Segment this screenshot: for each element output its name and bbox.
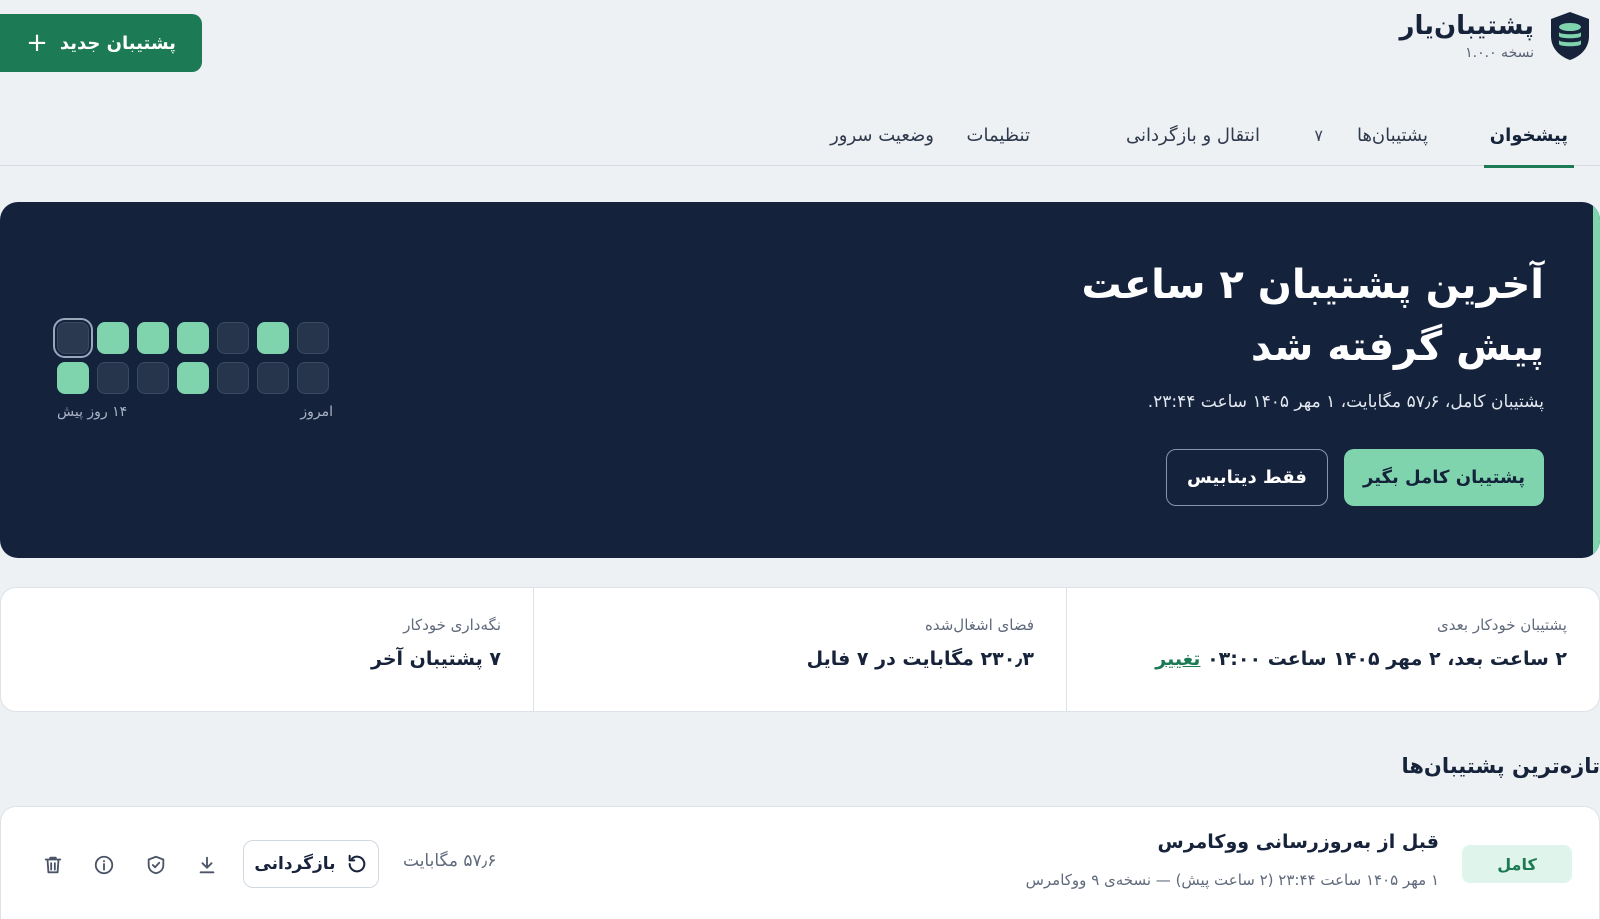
calendar-day-cell bbox=[177, 362, 209, 394]
calendar-day-cell bbox=[257, 362, 289, 394]
change-schedule-link[interactable]: تغییر bbox=[1155, 648, 1200, 670]
tab-dashboard[interactable]: پیشخوان bbox=[1483, 104, 1575, 168]
tab-settings[interactable]: تنظیمات bbox=[961, 104, 1036, 166]
app-version: نسخه ۱.۰.۰ bbox=[1465, 44, 1534, 61]
main-tabs: پیشخوان پشتیبان‌ها ۷ انتقال و بازگردانی … bbox=[0, 104, 1600, 168]
calendar-day-cell bbox=[217, 362, 249, 394]
restore-icon bbox=[348, 854, 365, 873]
new-backup-label: پشتیبان جدید bbox=[59, 32, 176, 54]
stat-retention: نگه‌داری خودکار ۷ پشتیبان آخر bbox=[1, 588, 533, 711]
tab-count: ۷ bbox=[1314, 125, 1323, 145]
calendar-day-cell bbox=[137, 362, 169, 394]
backup-history-calendar: امروز ۱۴ روز پیش bbox=[53, 318, 333, 420]
backup-meta: ۱ مهر ۱۴۰۵ ساعت ۲۳:۴۴ (۲ ساعت پیش) — نسخ… bbox=[1025, 871, 1439, 889]
stat-label: نگه‌داری خودکار bbox=[403, 616, 501, 634]
stat-value: ۲۳۰٫۳ مگابایت در ۷ فایل bbox=[806, 648, 1034, 670]
tab-label: پشتیبان‌ها bbox=[1356, 124, 1428, 146]
shield-check-icon[interactable] bbox=[143, 852, 169, 878]
restore-label: بازگردانی bbox=[254, 854, 336, 874]
stat-value: ۲ ساعت بعد، ۲ مهر ۱۴۰۵ ساعت ۰۳:۰۰ تغییر bbox=[1099, 648, 1567, 670]
new-backup-button[interactable]: پشتیبان جدید + bbox=[0, 14, 202, 72]
stat-next-backup: پشتیبان خودکار بعدی ۲ ساعت بعد، ۲ مهر ۱۴… bbox=[1066, 588, 1599, 711]
backup-type-badge: کامل bbox=[1462, 845, 1572, 883]
calendar-day-cell bbox=[97, 362, 129, 394]
hero-subtitle: پشتیبان کامل، ۵۷٫۶ مگابایت، ۱ مهر ۱۴۰۵ س… bbox=[1147, 392, 1544, 412]
download-icon[interactable] bbox=[194, 852, 220, 878]
hero-panel: آخرین پشتیبان ۲ ساعت پیش گرفته شد پشتیبا… bbox=[0, 202, 1600, 558]
calendar-labels: امروز ۱۴ روز پیش bbox=[57, 404, 333, 420]
stat-storage-used: فضای اشغال‌شده ۲۳۰٫۳ مگابایت در ۷ فایل bbox=[533, 588, 1066, 711]
tab-label: پیشخوان bbox=[1489, 124, 1568, 146]
tab-server-status[interactable]: وضعیت سرور bbox=[824, 104, 940, 166]
stat-label: پشتیبان خودکار بعدی bbox=[1437, 616, 1567, 634]
backup-size: ۵۷٫۶ مگابایت bbox=[403, 851, 497, 871]
calendar-day-cell bbox=[217, 322, 249, 354]
database-only-button[interactable]: فقط دیتابیس bbox=[1166, 449, 1328, 506]
restore-button[interactable]: بازگردانی bbox=[243, 840, 379, 888]
calendar-day-cell bbox=[297, 362, 329, 394]
next-backup-value: ۲ ساعت بعد، ۲ مهر ۱۴۰۵ ساعت ۰۳:۰۰ bbox=[1207, 648, 1567, 670]
hero-accent-bar bbox=[1593, 202, 1600, 558]
app-header: پشتیبان‌یار نسخه ۱.۰.۰ پشتیبان جدید + bbox=[0, 0, 1600, 90]
tab-backups[interactable]: پشتیبان‌ها ۷ bbox=[1308, 104, 1434, 166]
stat-label: فضای اشغال‌شده bbox=[925, 616, 1034, 634]
brand: پشتیبان‌یار نسخه ۱.۰.۰ bbox=[1399, 10, 1592, 62]
app-title: پشتیبان‌یار bbox=[1399, 11, 1534, 42]
stats-card: پشتیبان خودکار بعدی ۲ ساعت بعد، ۲ مهر ۱۴… bbox=[0, 587, 1600, 712]
tab-label: انتقال و بازگردانی bbox=[1126, 124, 1260, 146]
tab-label: وضعیت سرور bbox=[830, 124, 934, 146]
tab-label: تنظیمات bbox=[966, 124, 1030, 146]
calendar-row bbox=[57, 362, 333, 394]
hero-title: آخرین پشتیبان ۲ ساعت پیش گرفته شد bbox=[1081, 262, 1544, 370]
calendar-day-cell bbox=[57, 362, 89, 394]
calendar-day-cell bbox=[257, 322, 289, 354]
calendar-day-cell bbox=[53, 318, 93, 358]
trash-icon[interactable] bbox=[40, 852, 66, 878]
stat-value: ۷ پشتیبان آخر bbox=[371, 648, 501, 670]
list-item: کامل قبل از به‌روزرسانی ووکامرس ۱ مهر ۱۴… bbox=[0, 806, 1600, 919]
database-shield-icon bbox=[1551, 12, 1589, 60]
calendar-label-oldest: ۱۴ روز پیش bbox=[57, 404, 128, 420]
hero-actions: پشتیبان کامل بگیر فقط دیتابیس bbox=[1166, 449, 1544, 506]
calendar-day-cell bbox=[177, 322, 209, 354]
calendar-row bbox=[53, 318, 333, 358]
backup-name: قبل از به‌روزرسانی ووکامرس bbox=[1157, 831, 1439, 853]
calendar-day-cell bbox=[137, 322, 169, 354]
plus-icon: + bbox=[26, 28, 48, 58]
recent-backups-title: تازه‌ترین پشتیبان‌ها bbox=[1401, 754, 1600, 778]
info-icon[interactable] bbox=[91, 852, 117, 878]
calendar-day-cell bbox=[97, 322, 129, 354]
full-backup-button[interactable]: پشتیبان کامل بگیر bbox=[1344, 449, 1544, 506]
tab-migrate-restore[interactable]: انتقال و بازگردانی bbox=[1120, 104, 1266, 166]
calendar-day-cell bbox=[297, 322, 329, 354]
calendar-label-today: امروز bbox=[300, 404, 333, 420]
